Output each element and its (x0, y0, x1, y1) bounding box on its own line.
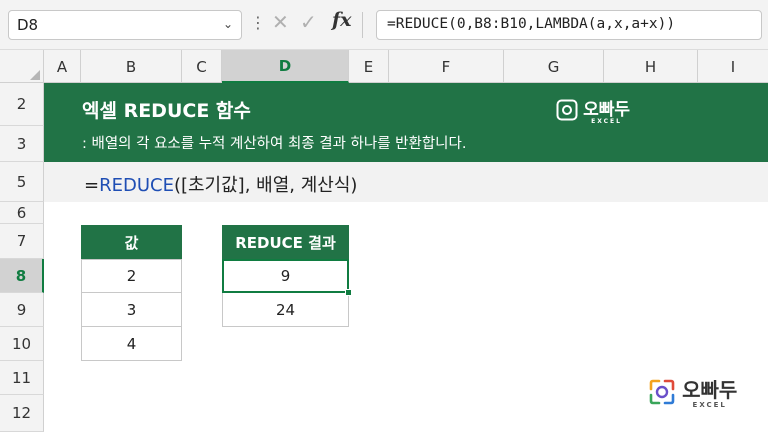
value-table-header[interactable]: 값 (81, 225, 182, 259)
enter-check-icon[interactable]: ✓ (300, 10, 317, 34)
bottom-logo-sub: EXCEL (692, 401, 727, 409)
formula-bar: D8 ⌄ ⋮ ✕ ✓ fx =REDUCE(0,B8:B10,LAMBDA(a,… (0, 0, 768, 50)
value-cell-b9[interactable]: 3 (81, 292, 182, 327)
syntax-row: =REDUCE([초기값], 배열, 계산식) (44, 162, 768, 202)
formula-bar-separator (362, 12, 363, 38)
column-header-e[interactable]: E (349, 50, 389, 83)
column-headers: A B C D E F G H I (0, 50, 768, 83)
column-header-b[interactable]: B (81, 50, 182, 83)
formula-input[interactable]: =REDUCE(0,B8:B10,LAMBDA(a,x,a+x)) (376, 10, 762, 40)
column-header-d[interactable]: D (222, 50, 349, 83)
column-header-f[interactable]: F (389, 50, 504, 83)
banner-logo: 오빠두 EXCEL (556, 95, 630, 125)
syntax-function: REDUCE (99, 175, 174, 196)
column-header-c[interactable]: C (182, 50, 222, 83)
syntax-prefix: = (84, 175, 100, 196)
insert-function-icon[interactable]: fx (332, 9, 352, 31)
bottom-logo-text: 오빠두 EXCEL (682, 374, 737, 409)
cancel-icon[interactable]: ✕ (272, 10, 289, 34)
banner-title: 엑셀 REDUCE 함수 (82, 100, 251, 122)
row-header-12[interactable]: 12 (0, 395, 44, 432)
bottom-logo-name: 오빠두 (682, 378, 738, 402)
title-banner: 엑셀 REDUCE 함수 : 배열의 각 요소를 누적 계산하여 최종 결과 하… (44, 83, 768, 162)
bottom-brand-logo: 오빠두 EXCEL (647, 374, 737, 409)
row-header-11[interactable]: 11 (0, 361, 44, 395)
column-header-i[interactable]: I (698, 50, 768, 83)
fill-handle[interactable] (345, 289, 352, 296)
banner-logo-name: 오빠두 (583, 100, 631, 120)
banner-subtitle: : 배열의 각 요소를 누적 계산하여 최종 결과 하나를 반환합니다. (82, 136, 467, 152)
column-header-h[interactable]: H (604, 50, 698, 83)
brand-logo-icon (556, 99, 578, 121)
row-header-3[interactable]: 3 (0, 126, 44, 162)
row-header-7[interactable]: 7 (0, 224, 44, 259)
select-all-corner[interactable] (0, 50, 44, 83)
row-header-5[interactable]: 5 (0, 162, 44, 202)
result-cell-d8[interactable]: 9 (222, 259, 349, 293)
row-header-8[interactable]: 8 (0, 259, 44, 293)
row-header-2[interactable]: 2 (0, 83, 44, 126)
more-options-icon[interactable]: ⋮ (250, 13, 266, 32)
column-header-a[interactable]: A (44, 50, 81, 83)
name-box-value: D8 (17, 16, 39, 34)
value-cell-b10[interactable]: 4 (81, 326, 182, 361)
result-cell-d9[interactable]: 24 (222, 292, 349, 327)
row-header-6[interactable]: 6 (0, 202, 44, 224)
value-cell-b8[interactable]: 2 (81, 259, 182, 293)
chevron-down-icon[interactable]: ⌄ (223, 17, 233, 31)
column-header-g[interactable]: G (504, 50, 604, 83)
row-header-9[interactable]: 9 (0, 293, 44, 327)
name-box[interactable]: D8 ⌄ (8, 10, 242, 40)
brand-logo-icon (649, 379, 675, 404)
banner-logo-text: 오빠두 EXCEL (583, 95, 630, 125)
result-table-header[interactable]: REDUCE 결과 (222, 225, 349, 259)
function-syntax: =REDUCE([초기값], 배열, 계산식) (84, 171, 357, 197)
row-header-10[interactable]: 10 (0, 327, 44, 361)
syntax-args: ([초기값], 배열, 계산식) (173, 175, 358, 196)
